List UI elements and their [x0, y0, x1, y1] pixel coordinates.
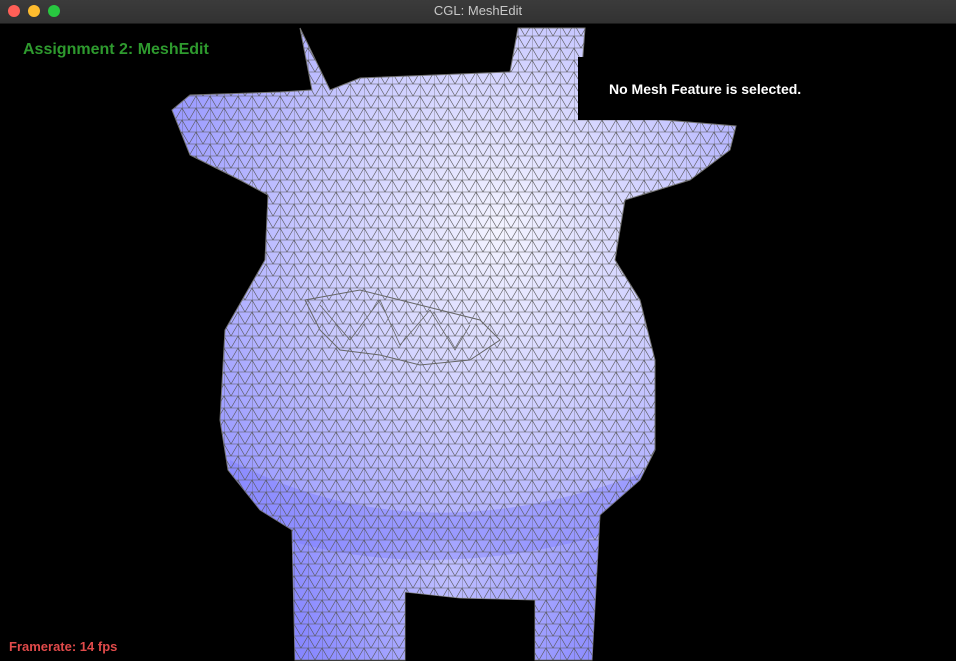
window-titlebar[interactable]: CGL: MeshEdit	[0, 0, 956, 24]
window-title: CGL: MeshEdit	[433, 3, 523, 18]
mesh-viewport[interactable]: Assignment 2: MeshEdit No Mesh Feature i…	[0, 24, 956, 661]
assignment-title: Assignment 2: MeshEdit	[23, 41, 209, 58]
selection-info-text: No Mesh Feature is selected.	[609, 81, 802, 97]
framerate-readout: Framerate: 14 fps	[9, 639, 118, 654]
selection-info-panel: No Mesh Feature is selected.	[578, 57, 818, 120]
